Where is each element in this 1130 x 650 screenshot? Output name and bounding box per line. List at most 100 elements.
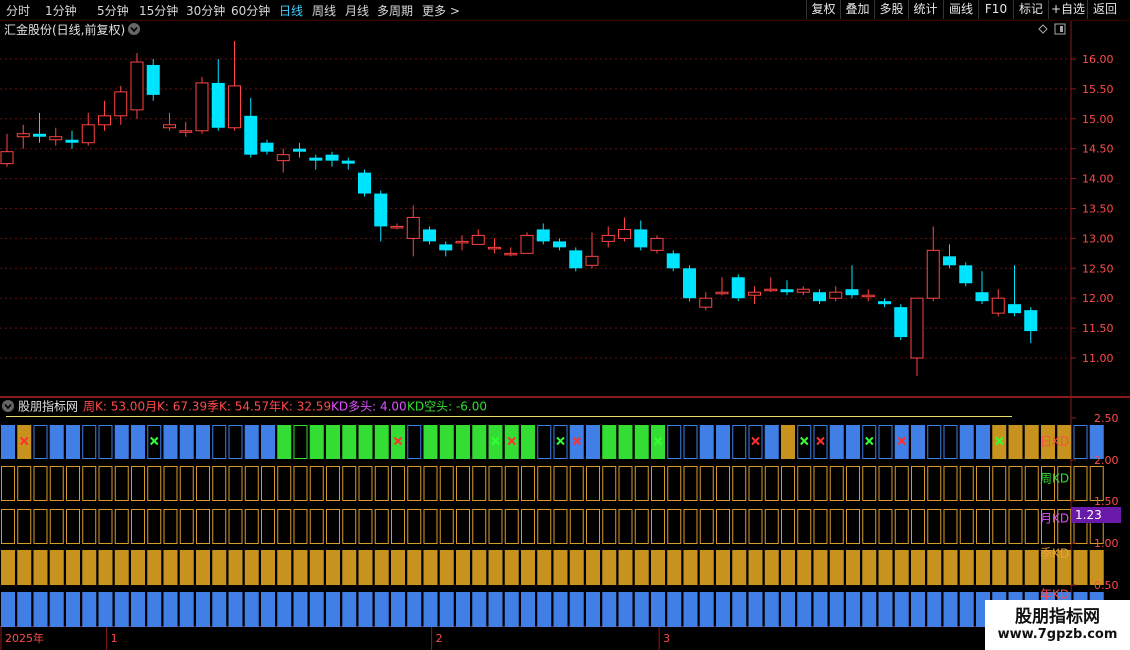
kd-cell xyxy=(49,425,64,459)
tab-30min[interactable]: 30分钟 xyxy=(186,2,225,19)
kd-cell xyxy=(764,592,779,627)
kd-cell xyxy=(781,592,795,627)
candlestick-chart[interactable]: 16.00 15.50 15.00 14.50 14.00 13.50 13.00 12.50… xyxy=(0,21,1130,397)
tab-60min[interactable]: 60分钟 xyxy=(231,2,270,19)
kd-cell xyxy=(1008,425,1023,459)
price-tick-label: 14.50 xyxy=(1082,143,1114,156)
kd-cell xyxy=(309,592,324,627)
add-watchlist-button[interactable]: +自选 xyxy=(1048,0,1087,19)
kd-cell xyxy=(358,425,373,459)
kd-cell xyxy=(586,425,600,459)
kd-cell xyxy=(683,550,698,585)
price-tick-label: 13.00 xyxy=(1082,232,1114,245)
row-label-daily-kd: 日KD xyxy=(1040,435,1069,449)
kd-cell xyxy=(212,592,227,627)
tab-15min[interactable]: 15分钟 xyxy=(139,2,178,19)
f10-button[interactable]: F10 xyxy=(978,0,1013,19)
kd-cell xyxy=(748,592,763,627)
tab-multi-period[interactable]: 多周期 xyxy=(377,2,413,19)
kd-cell xyxy=(829,425,844,459)
kd-cell xyxy=(163,550,178,585)
tab-daily[interactable]: 日线 xyxy=(279,2,303,19)
kd-cell xyxy=(602,550,617,585)
tab-weekly[interactable]: 周线 xyxy=(312,2,336,19)
kd-cell xyxy=(618,550,633,585)
kd-cell xyxy=(521,592,535,627)
kd-cell xyxy=(976,550,990,585)
kd-cell xyxy=(244,425,259,459)
kd-cell xyxy=(17,592,32,627)
kd-cell xyxy=(959,550,974,585)
tab-more[interactable]: 更多 > xyxy=(422,2,460,19)
draw-line-button[interactable]: 画线 xyxy=(943,0,978,19)
kd-cell xyxy=(374,592,389,627)
kd-cell xyxy=(391,592,405,627)
tab-fenshi[interactable]: 分时 xyxy=(6,2,30,19)
candle xyxy=(146,59,160,101)
kd-cell xyxy=(764,550,779,585)
kd-cell xyxy=(179,425,194,459)
kd-cell xyxy=(261,425,275,459)
kd-cell xyxy=(456,592,470,627)
kd-cell xyxy=(862,550,877,585)
kd-cell xyxy=(33,550,48,585)
price-tick-label: 16.00 xyxy=(1082,53,1114,66)
kd-cell xyxy=(342,592,357,627)
ind-tick-label: 1.00 xyxy=(1094,537,1119,550)
tab-monthly[interactable]: 月线 xyxy=(345,2,369,19)
kd-cell xyxy=(326,425,340,459)
statistics-button[interactable]: 统计 xyxy=(908,0,942,19)
candle xyxy=(130,53,144,119)
multi-stock-button[interactable]: 多股 xyxy=(874,0,908,19)
kd-cell xyxy=(472,592,487,627)
kd-cell xyxy=(163,425,178,459)
kd-cell xyxy=(651,592,665,627)
row-label-quarterly-kd: 季KD xyxy=(1040,547,1069,561)
price-tick-label: 12.50 xyxy=(1082,262,1114,275)
back-button[interactable]: 返回 xyxy=(1087,0,1122,19)
price-tick-label: 13.50 xyxy=(1082,203,1114,216)
kd-cell xyxy=(667,592,682,627)
kd-cell xyxy=(114,592,129,627)
readout-monthly-k: 月K: 67.39 xyxy=(145,400,207,414)
date-label: 2 xyxy=(436,632,443,645)
kd-cell xyxy=(423,425,438,459)
readout-weekly-k: 周K: 53.00 xyxy=(83,400,145,414)
tab-5min[interactable]: 5分钟 xyxy=(97,2,129,19)
kd-cell xyxy=(683,592,698,627)
kd-cell xyxy=(147,592,162,627)
ind-tick-label: 2.00 xyxy=(1094,454,1119,467)
overlay-button[interactable]: 叠加 xyxy=(840,0,874,19)
price-tick-label: 12.00 xyxy=(1082,292,1114,305)
candle xyxy=(569,247,583,272)
watermark-url: www.7gpzb.com xyxy=(997,627,1118,642)
kd-cell xyxy=(618,425,633,459)
indicator-dropdown-icon[interactable] xyxy=(2,400,14,412)
kd-cell xyxy=(358,550,373,585)
restore-rights-button[interactable]: 复权 xyxy=(806,0,840,19)
indicator-panel[interactable]: 股朋指标网 周K: 53.00 月K: 67.39 季K: 54.57 年K: … xyxy=(0,397,1130,650)
tab-1min[interactable]: 1分钟 xyxy=(45,2,77,19)
readout-yearly-k: 年K: 32.59 xyxy=(269,400,331,414)
kd-cell xyxy=(537,592,552,627)
kd-cell xyxy=(846,425,860,459)
candle xyxy=(520,232,534,254)
period-toolbar: 分时 1分钟 5分钟 15分钟 30分钟 60分钟 日线 周线 月线 多周期 更… xyxy=(0,0,1130,21)
kd-cell xyxy=(894,592,909,627)
kd-cell xyxy=(521,425,535,459)
kd-cell xyxy=(618,592,633,627)
kd-cell xyxy=(894,550,909,585)
mark-button[interactable]: 标记 xyxy=(1013,0,1048,19)
ind-tick-label: 1.50 xyxy=(1094,495,1119,508)
kd-cell xyxy=(699,592,714,627)
candle xyxy=(894,304,908,341)
kd-cell xyxy=(374,425,389,459)
readout-quarterly-k: 季K: 54.57 xyxy=(207,400,269,414)
kd-cell xyxy=(66,425,80,459)
kd-cell xyxy=(781,425,795,459)
kd-cell xyxy=(878,592,893,627)
watermark-title: 股朋指标网 xyxy=(1015,607,1100,627)
row-label-weekly-kd: 周KD xyxy=(1040,472,1069,486)
kd-cell xyxy=(261,550,275,585)
title-dropdown-icon[interactable] xyxy=(128,23,140,35)
